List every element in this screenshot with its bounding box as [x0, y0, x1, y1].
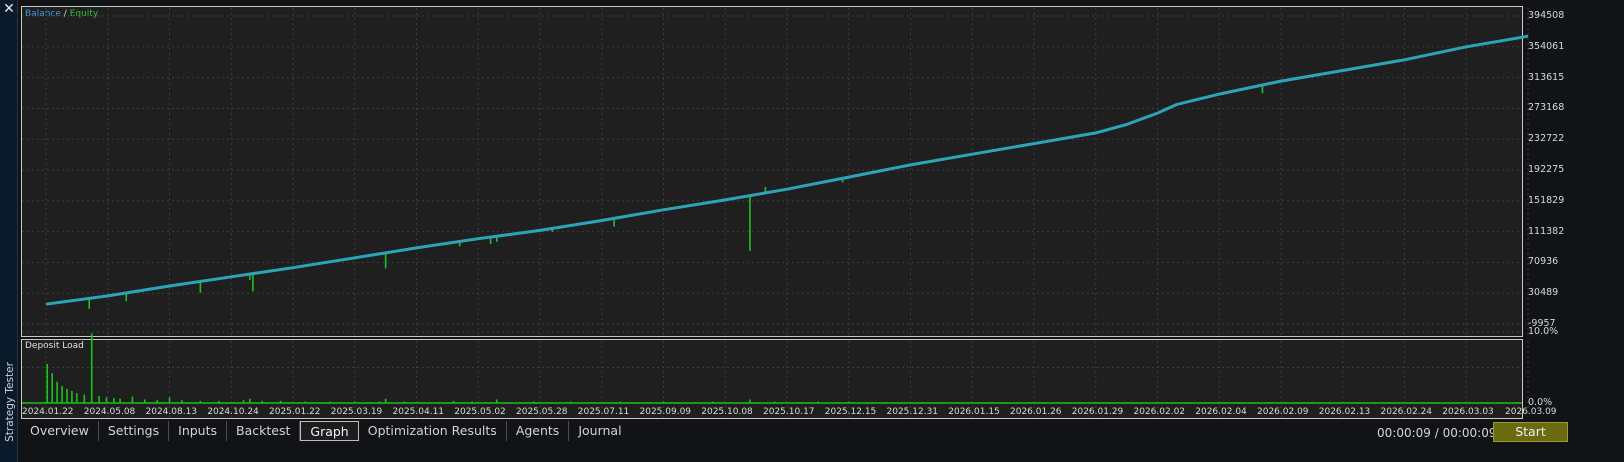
x-tick-label: 2025.07.11 [577, 407, 630, 417]
x-tick-label: 2026.02.13 [1318, 407, 1371, 417]
x-tick-label: 2024.10.24 [207, 407, 259, 417]
start-button[interactable]: Start [1493, 422, 1568, 442]
y-tick-label: 111382 [1528, 225, 1565, 237]
y-tick-label: 192275 [1528, 164, 1565, 175]
tab-optimization-results[interactable]: Optimization Results [359, 421, 507, 441]
deposit-load-tick-label: 10.0% [1528, 326, 1559, 337]
x-tick-label: 2025.01.22 [269, 407, 321, 417]
tab-settings[interactable]: Settings [99, 421, 170, 441]
x-tick-label: 2025.03.19 [330, 407, 383, 417]
x-tick-label: 2025.05.02 [454, 407, 506, 417]
x-tick-label: 2026.02.02 [1133, 407, 1186, 417]
y-tick-label: 394508 [1528, 10, 1565, 21]
x-tick-label: 2026.02.09 [1257, 407, 1309, 417]
tab-graph[interactable]: Graph [300, 421, 359, 441]
x-tick-label: 2024.01.22 [22, 407, 74, 417]
y-tick-label: 232722 [1528, 133, 1565, 145]
x-tick-label: 2026.03.09 [1505, 407, 1557, 417]
y-tick-label: 354061 [1528, 40, 1565, 52]
x-tick-label: 2025.12.31 [886, 407, 939, 417]
tab-overview[interactable]: Overview [21, 421, 99, 441]
tab-inputs[interactable]: Inputs [169, 421, 228, 441]
x-tick-label: 2025.10.08 [701, 407, 753, 417]
chart-canvas [22, 8, 1529, 417]
tab-backtest[interactable]: Backtest [227, 421, 301, 441]
x-tick-label: 2026.02.24 [1380, 407, 1433, 417]
tester-tabs: Overview Settings Inputs Backtest Graph Optim… [21, 421, 631, 441]
elapsed-timer: 00:00:09 / 00:00:09 [1377, 426, 1497, 440]
x-tick-label: 2025.12.15 [824, 407, 877, 417]
x-tick-label: 2024.05.08 [83, 407, 136, 417]
y-tick-label: 151829 [1528, 194, 1565, 206]
x-tick-label: 2025.10.17 [763, 407, 815, 417]
y-tick-label: 273168 [1528, 102, 1565, 114]
x-tick-label: 2025.04.11 [392, 407, 445, 417]
x-tick-label: 2026.01.15 [948, 407, 1000, 417]
x-tick-label: 2026.02.04 [1195, 407, 1247, 417]
tab-journal[interactable]: Journal [569, 421, 630, 441]
tab-agents[interactable]: Agents [507, 421, 570, 441]
x-tick-label: 2025.09.09 [639, 407, 692, 417]
y-tick-label: 30489 [1528, 287, 1559, 299]
x-tick-label: 2026.01.29 [1071, 407, 1124, 417]
x-tick-label: 2025.05.28 [516, 407, 568, 417]
y-tick-label: 70936 [1528, 256, 1559, 268]
y-tick-label: 313615 [1528, 71, 1565, 83]
x-tick-label: 2026.01.26 [1010, 407, 1062, 417]
x-tick-label: 2024.08.13 [145, 407, 198, 417]
x-tick-label: 2026.03.03 [1442, 407, 1494, 417]
